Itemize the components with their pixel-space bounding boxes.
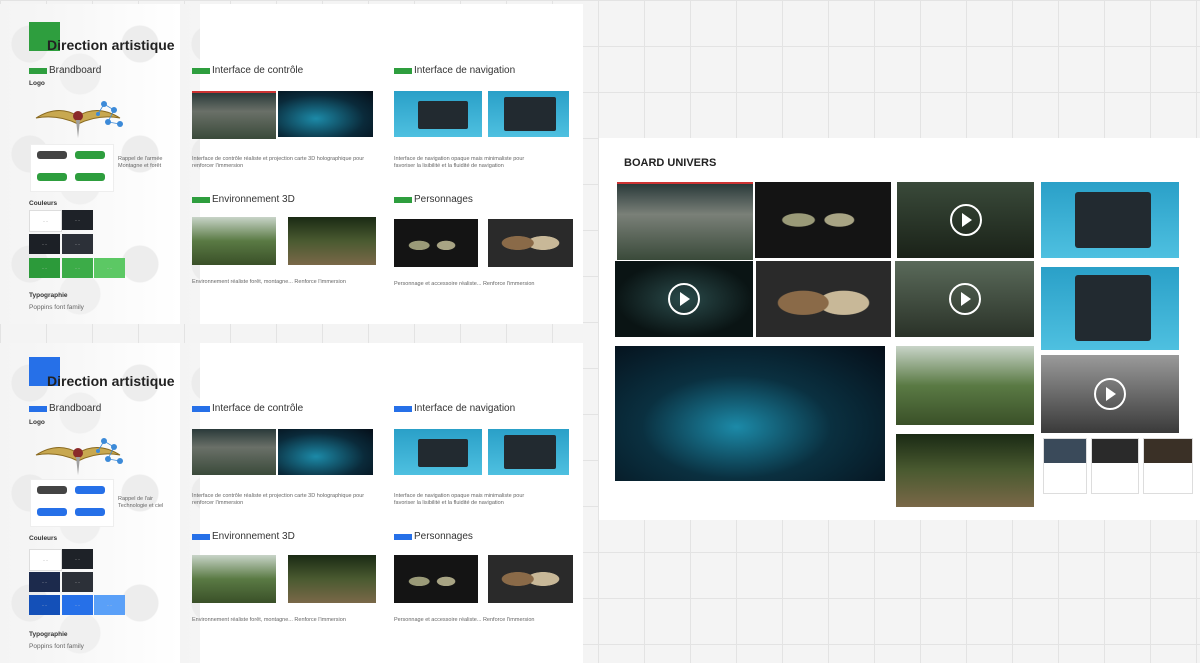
hologram-map-image[interactable] [615,346,885,481]
swatch-7: ···· [94,258,125,278]
desc-personnages: Personnage et accessoire réaliste... Ren… [394,281,535,287]
swatch-2: ···· [62,210,93,230]
desc-environnement: Environnement réaliste forêt, montagne..… [192,617,346,623]
nav-ui-image-1[interactable] [394,91,482,137]
typographie-value: Poppins font family [29,304,84,311]
brand-logo [35,101,123,138]
swatch-7: ···· [94,595,125,615]
section-personnages: Personnages [394,531,473,542]
couleurs-label: Couleurs [29,535,58,542]
play-icon[interactable] [949,204,982,236]
swatch-4: ···· [62,572,93,592]
desc-navigation: Interface de navigation opaque mais mini… [394,156,525,169]
section-brandboard: Brandboard [29,65,101,76]
section-interface-navigation: Interface de navigation [394,403,515,414]
crash-site-video[interactable] [895,261,1034,337]
section-personnages: Personnages [394,194,473,205]
swatch-2: ···· [62,549,93,569]
board-univers-title: BOARD UNIVERS [624,157,717,169]
desc-controle: Interface de contrôle réaliste et projec… [192,493,365,506]
link-card-3[interactable] [1143,438,1193,494]
desc-environnement: Environnement réaliste forêt, montagne..… [192,279,346,285]
logo-label: Logo [29,80,45,87]
forest-video-1[interactable] [897,182,1034,258]
swatch-1: ···· [29,210,62,232]
soldiers-image[interactable] [755,182,891,258]
board-title: Direction artistique [47,373,175,389]
direction-artistique-board-green[interactable]: Direction artistique Brandboard Logo Rap… [0,4,583,324]
direction-artistique-board-blue[interactable]: Direction artistique Brandboard Logo Rap… [0,343,583,663]
soldiers-image[interactable] [394,555,478,603]
swatch-3: ···· [29,234,60,254]
logo-variants [30,479,114,527]
cockpit-image[interactable] [192,91,276,139]
cockpit-image[interactable] [617,182,753,260]
forest-image-1[interactable] [192,217,276,265]
section-environnement-3d: Environnement 3D [192,194,295,205]
typographie-label: Typographie [29,292,68,299]
swatch-3: ···· [29,572,60,592]
forest-image-2[interactable] [288,555,376,603]
helicopter-video[interactable] [1041,355,1179,433]
desc-controle: Interface de contrôle réaliste et projec… [192,156,365,169]
swatch-6: ···· [62,258,93,278]
nav-ui-image-2[interactable] [1041,267,1179,350]
swatch-6: ···· [62,595,93,615]
desc-personnages: Personnage et accessoire réaliste... Ren… [394,617,535,623]
link-card-2[interactable] [1091,438,1139,494]
forest-image-1[interactable] [896,346,1034,425]
swatch-5: ···· [29,258,60,278]
forest-image-1[interactable] [192,555,276,603]
logo-variants [30,144,114,192]
couleurs-label: Couleurs [29,200,58,207]
logo-caption: Rappel de l'air Technologie et ciel [118,496,164,509]
swatch-5: ···· [29,595,60,615]
nav-ui-image-1[interactable] [394,429,482,475]
hologram-map-image[interactable] [278,429,373,475]
board-title: Direction artistique [47,37,175,53]
nav-ui-image-2[interactable] [488,91,569,137]
section-brandboard: Brandboard [29,403,101,414]
brand-logo [35,438,123,475]
section-interface-navigation: Interface de navigation [394,65,515,76]
link-card-1[interactable] [1043,438,1087,494]
soldiers-image[interactable] [394,219,478,267]
play-icon[interactable] [948,283,981,315]
section-interface-controle: Interface de contrôle [192,65,303,76]
board-univers[interactable]: BOARD UNIVERS [599,138,1200,520]
nav-ui-image-2[interactable] [488,429,569,475]
gloves-image[interactable] [488,555,573,603]
logo-caption: Rappel de l'armée Montagne et forêt [118,156,163,169]
flight-sim-video[interactable] [615,261,753,337]
gloves-image[interactable] [756,261,891,337]
hologram-map-image[interactable] [278,91,373,137]
play-icon[interactable] [668,283,700,315]
typographie-value: Poppins font family [29,643,84,650]
nav-ui-image[interactable] [1041,182,1179,258]
desc-navigation: Interface de navigation opaque mais mini… [394,493,525,506]
swatch-4: ···· [62,234,93,254]
forest-image-2[interactable] [896,434,1034,507]
play-icon[interactable] [1094,378,1126,410]
cockpit-image[interactable] [192,429,276,475]
forest-image-2[interactable] [288,217,376,265]
logo-label: Logo [29,419,45,426]
swatch-1: ···· [29,549,62,571]
section-environnement-3d: Environnement 3D [192,531,295,542]
typographie-label: Typographie [29,631,68,638]
whiteboard-canvas[interactable]: { "board1": { "title": "Direction artist… [0,0,1200,663]
section-interface-controle: Interface de contrôle [192,403,303,414]
gloves-image[interactable] [488,219,573,267]
